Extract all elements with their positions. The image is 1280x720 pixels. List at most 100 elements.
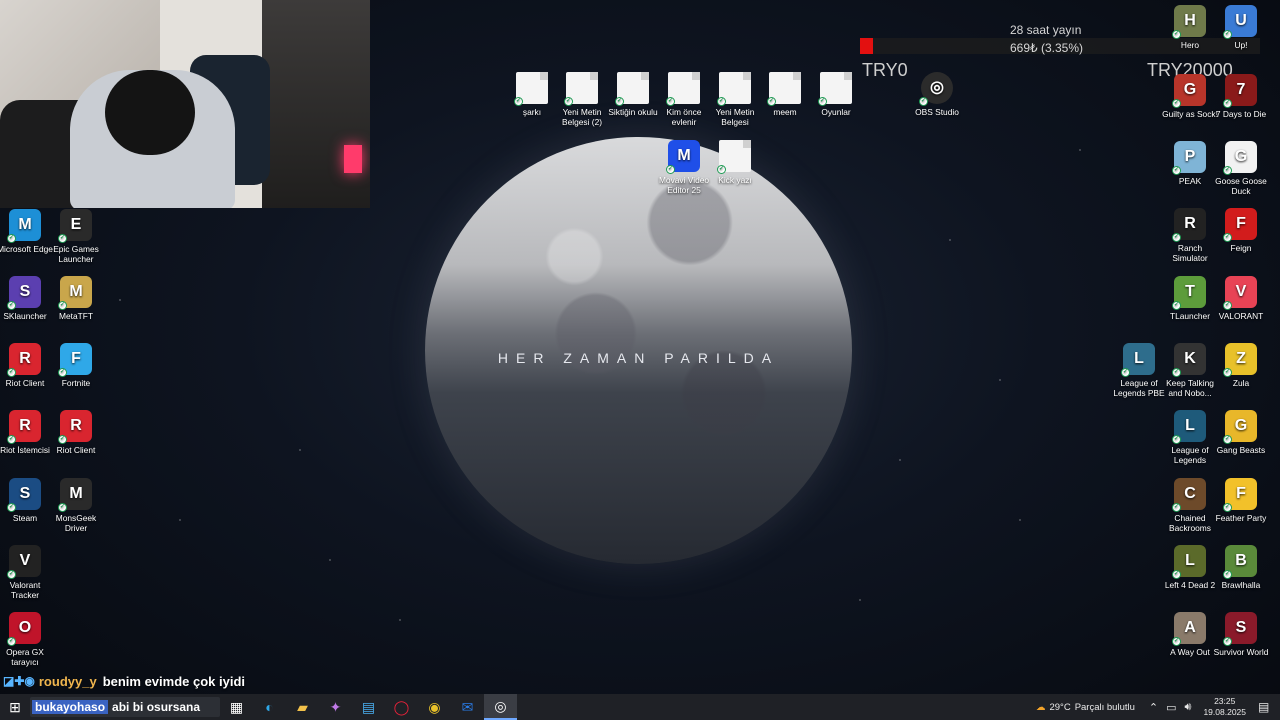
task-view-icon[interactable]: ▦ xyxy=(220,694,253,720)
shortcut-label: Feign xyxy=(1230,243,1252,253)
desktop-shortcut[interactable]: G ✓ Goose Goose Duck xyxy=(1212,141,1270,196)
chrome-taskbar-icon[interactable]: ◉ xyxy=(418,694,451,720)
sync-check-icon: ✓ xyxy=(58,503,67,512)
desktop-shortcut[interactable]: L ✓ League of Legends PBE xyxy=(1110,343,1168,398)
document-icon: ✓ xyxy=(767,72,801,106)
desktop-shortcut[interactable]: G ✓ Gang Beasts xyxy=(1212,410,1270,455)
desktop-shortcut[interactable]: ✓ Yeni Metin Belgesi (2) xyxy=(553,72,611,127)
desktop-shortcut[interactable]: ✓ meem xyxy=(756,72,814,117)
desktop-shortcut[interactable]: 7 ✓ 7 Days to Die xyxy=(1212,74,1270,119)
shortcut-label: OBS Studio xyxy=(915,107,959,117)
shortcut-label: Riot Client xyxy=(5,378,45,388)
desktop-shortcut[interactable]: H ✓ Hero xyxy=(1161,5,1219,50)
desktop-shortcut[interactable]: ✓ Kick yazı xyxy=(706,140,764,185)
desktop-shortcut[interactable]: C ✓ Chained Backrooms xyxy=(1161,478,1219,533)
ranch-icon: R ✓ xyxy=(1172,208,1206,242)
shortcut-label: 7 Days to Die xyxy=(1215,109,1267,119)
desktop-shortcut[interactable]: M ✓ Movavi Video Editor 25 xyxy=(655,140,713,195)
riot-icon: R ✓ xyxy=(7,343,41,377)
edge-icon: M ✓ xyxy=(7,209,41,243)
wallpaper-slogan: HER ZAMAN PARILDA xyxy=(497,350,780,366)
steam-icon: S ✓ xyxy=(7,478,41,512)
sync-check-icon: ✓ xyxy=(1172,637,1181,646)
desktop-shortcut[interactable]: S ✓ Survivor World xyxy=(1212,612,1270,657)
desktop-shortcut[interactable]: M ✓ MetaTFT xyxy=(47,276,105,321)
chevron-up-icon[interactable]: ⌃ xyxy=(1149,701,1158,714)
obs-taskbar-icon[interactable]: ◎ xyxy=(484,694,517,720)
chat-message: ◪✚◉ roudyy_y benim evimde çok iyidi xyxy=(3,672,245,690)
epic-icon: E ✓ xyxy=(58,209,92,243)
lol-icon: L ✓ xyxy=(1172,410,1206,444)
a-way-out-icon: A ✓ xyxy=(1172,612,1206,646)
up-icon: U ✓ xyxy=(1223,5,1257,39)
weather-widget[interactable]: ☁ 29°C Parçalı bulutlu xyxy=(1036,702,1135,713)
shortcut-label: Gang Beasts xyxy=(1216,445,1266,455)
desktop-shortcut[interactable]: U ✓ Up! xyxy=(1212,5,1270,50)
sync-check-icon: ✓ xyxy=(7,503,16,512)
sync-check-icon: ✓ xyxy=(1172,570,1181,579)
taskbar-search-chat[interactable]: bukayohaso abi bi osursana xyxy=(30,697,220,717)
shortcut-label: Siktiğin okulu xyxy=(608,107,658,117)
desktop-shortcut[interactable]: E ✓ Epic Games Launcher xyxy=(47,209,105,264)
shortcut-label: Ranch Simulator xyxy=(1172,243,1208,263)
sync-check-icon: ✓ xyxy=(7,368,16,377)
sync-check-icon: ✓ xyxy=(1223,503,1232,512)
zula-icon: Z ✓ xyxy=(1223,343,1257,377)
goal-min-label: TRY0 xyxy=(862,60,908,80)
desktop-shortcut[interactable]: ◎ ✓ OBS Studio xyxy=(908,72,966,117)
copilot-icon[interactable]: ✦ xyxy=(319,694,352,720)
desktop-shortcut[interactable]: R ✓ Riot Client xyxy=(0,343,54,388)
desktop-shortcut[interactable]: L ✓ League of Legends xyxy=(1161,410,1219,465)
sync-check-icon: ✓ xyxy=(1172,301,1181,310)
outlook-taskbar-icon[interactable]: ✉ xyxy=(451,694,484,720)
shortcut-label: League of Legends PBE xyxy=(1113,378,1165,398)
document-icon: ✓ xyxy=(717,72,751,106)
edge-taskbar-icon[interactable]: ◐ xyxy=(253,694,286,720)
desktop-shortcut[interactable]: R ✓ Ranch Simulator xyxy=(1161,208,1219,263)
desktop-shortcut[interactable]: G ✓ Guilty as Sock! xyxy=(1161,74,1219,119)
desktop-shortcut[interactable]: T ✓ TLauncher xyxy=(1161,276,1219,321)
windows-start-icon[interactable]: ⊞ xyxy=(0,694,30,720)
desktop-shortcut[interactable]: F ✓ Fortnite xyxy=(47,343,105,388)
shortcut-label: PEAK xyxy=(1178,176,1202,186)
clock[interactable]: 23:25 19.08.2025 xyxy=(1203,696,1246,718)
desktop-shortcut[interactable]: V ✓ Valorant Tracker xyxy=(0,545,54,600)
desktop-shortcut[interactable]: M ✓ Microsoft Edge xyxy=(0,209,54,254)
volume-icon[interactable]: 🔊︎ xyxy=(1185,701,1192,714)
desktop-shortcut[interactable]: V ✓ VALORANT xyxy=(1212,276,1270,321)
goal-progress-text: 669₺ (3.35%) xyxy=(1010,41,1084,55)
file-explorer-icon[interactable]: ▰ xyxy=(286,694,319,720)
desktop-shortcut[interactable]: S ✓ Steam xyxy=(0,478,54,523)
shortcut-label: Epic Games Launcher xyxy=(53,244,99,264)
desktop-shortcut[interactable]: L ✓ Left 4 Dead 2 xyxy=(1161,545,1219,590)
store-icon[interactable]: ▤ xyxy=(352,694,385,720)
sync-check-icon: ✓ xyxy=(514,97,523,106)
shortcut-label: Opera GX tarayıcı xyxy=(6,647,44,667)
desktop-shortcut[interactable]: F ✓ Feign xyxy=(1212,208,1270,253)
desktop-shortcut[interactable]: K ✓ Keep Talking and Nobo... xyxy=(1161,343,1219,398)
system-tray: ☁ 29°C Parçalı bulutlu ⌃ ▭ 🔊︎ 23:25 19.0… xyxy=(1036,696,1280,718)
desktop-shortcut[interactable]: ✓ Siktiğin okulu xyxy=(604,72,662,117)
shortcut-label: Microsoft Edge xyxy=(0,244,53,254)
desktop-shortcut[interactable]: R ✓ Riot İstemcisi xyxy=(0,410,54,455)
desktop-shortcut[interactable]: ✓ Oyunlar xyxy=(807,72,865,117)
guilty-sock-icon: G ✓ xyxy=(1172,74,1206,108)
network-icon[interactable]: ▭ xyxy=(1166,701,1176,714)
desktop-shortcut[interactable]: A ✓ A Way Out xyxy=(1161,612,1219,657)
desktop-shortcut[interactable]: P ✓ PEAK xyxy=(1161,141,1219,186)
desktop-shortcut[interactable]: ✓ Kim önce evlenir xyxy=(655,72,713,127)
desktop-shortcut[interactable]: B ✓ Brawlhalla xyxy=(1212,545,1270,590)
feather-icon: F ✓ xyxy=(1223,478,1257,512)
desktop-shortcut[interactable]: F ✓ Feather Party xyxy=(1212,478,1270,523)
sync-check-icon: ✓ xyxy=(7,435,16,444)
clock-date: 19.08.2025 xyxy=(1203,707,1246,717)
desktop-shortcut[interactable]: M ✓ MonsGeek Driver xyxy=(47,478,105,533)
opera-taskbar-icon[interactable]: ◯ xyxy=(385,694,418,720)
notification-icon[interactable]: ▤ xyxy=(1258,700,1280,714)
desktop-shortcut[interactable]: O ✓ Opera GX tarayıcı xyxy=(0,612,54,667)
desktop-shortcut[interactable]: S ✓ SKlauncher xyxy=(0,276,54,321)
desktop-shortcut[interactable]: Z ✓ Zula xyxy=(1212,343,1270,388)
desktop-shortcut[interactable]: R ✓ Riot Client xyxy=(47,410,105,455)
sync-check-icon: ✓ xyxy=(1223,301,1232,310)
l4d2-icon: L ✓ xyxy=(1172,545,1206,579)
